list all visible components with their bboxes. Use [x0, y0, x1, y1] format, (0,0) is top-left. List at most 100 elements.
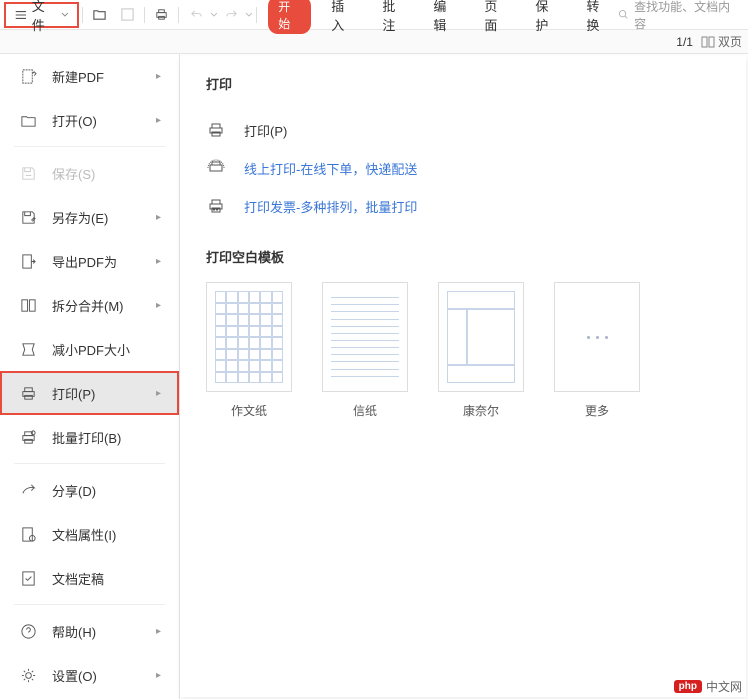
tab-convert[interactable]: 转换 [580, 0, 617, 37]
chevron-down-icon[interactable] [210, 11, 218, 19]
file-menu-sidebar: 新建PDF ▸ 打开(O) ▸ 保存(S) 另存为(E) ▸ 导出PDF为 ▸ … [0, 54, 180, 699]
template-letter-paper[interactable]: 信纸 [322, 282, 408, 419]
template-label: 康奈尔 [463, 402, 499, 419]
print-icon [18, 383, 38, 403]
menu-label: 导出PDF为 [52, 252, 117, 271]
menu-label: 批量打印(B) [52, 428, 121, 447]
chevron-right-icon: ▸ [156, 670, 161, 681]
menu-label: 新建PDF [52, 67, 104, 86]
share-icon [18, 480, 38, 500]
export-icon [18, 251, 38, 271]
hamburger-icon [14, 8, 28, 22]
menu-new-pdf[interactable]: 新建PDF ▸ [0, 54, 179, 98]
compress-icon [18, 339, 38, 359]
panel-invoice-print-option[interactable]: 打印发票-多种排列，批量打印 [206, 187, 720, 225]
menu-batch-print[interactable]: 批量打印(B) [0, 415, 179, 459]
menu-split-merge[interactable]: 拆分合并(M) ▸ [0, 283, 179, 327]
panel-print-option[interactable]: 打印(P) [206, 111, 720, 149]
properties-icon [18, 524, 38, 544]
chevron-down-icon [61, 11, 69, 19]
batch-print-icon [18, 427, 38, 447]
menu-label: 帮助(H) [52, 622, 96, 641]
chevron-right-icon: ▸ [156, 256, 161, 267]
template-cornell[interactable]: 康奈尔 [438, 282, 524, 419]
finalize-icon [18, 568, 38, 588]
chevron-right-icon: ▸ [156, 115, 161, 126]
file-menu-label: 文件 [32, 0, 57, 34]
menu-separator [14, 146, 165, 147]
print-icon[interactable] [150, 3, 174, 27]
online-print-icon [206, 158, 226, 178]
template-more[interactable]: 更多 [554, 282, 640, 419]
save-icon[interactable] [115, 3, 139, 27]
menu-help[interactable]: 帮助(H) ▸ [0, 609, 179, 653]
separator [82, 7, 83, 23]
template-thumbnail [438, 282, 524, 392]
search-icon [617, 8, 630, 21]
template-label: 作文纸 [231, 402, 267, 419]
menu-label: 文档定稿 [52, 569, 104, 588]
main-toolbar: 文件 开始 插入 批注 编辑 页面 保护 转换 查找功能、文档内容 [0, 0, 748, 30]
template-thumbnail [322, 282, 408, 392]
template-grid: 作文纸 信纸 康奈尔 更多 [206, 282, 720, 419]
open-folder-icon[interactable] [88, 3, 112, 27]
menu-label: 拆分合并(M) [52, 296, 124, 315]
separator [256, 7, 257, 23]
search-box[interactable]: 查找功能、文档内容 [617, 0, 740, 32]
tab-insert[interactable]: 插入 [325, 0, 362, 37]
menu-export-pdf[interactable]: 导出PDF为 ▸ [0, 239, 179, 283]
template-thumbnail [206, 282, 292, 392]
view-mode-label: 双页 [718, 33, 742, 50]
chevron-down-icon[interactable] [245, 11, 253, 19]
tab-page[interactable]: 页面 [478, 0, 515, 37]
template-composition-paper[interactable]: 作文纸 [206, 282, 292, 419]
menu-label: 文档属性(I) [52, 525, 116, 544]
menu-open[interactable]: 打开(O) ▸ [0, 98, 179, 142]
tab-annotate[interactable]: 批注 [376, 0, 413, 37]
invoice-print-icon [206, 196, 226, 216]
two-page-icon [701, 36, 715, 48]
menu-reduce-size[interactable]: 减小PDF大小 [0, 327, 179, 371]
gear-icon [18, 665, 38, 685]
chevron-right-icon: ▸ [156, 388, 161, 399]
menu-label: 减小PDF大小 [52, 340, 130, 359]
menu-label: 设置(O) [52, 666, 97, 685]
separator [144, 7, 145, 23]
panel-title-print: 打印 [206, 74, 720, 93]
panel-row-label: 打印(P) [244, 121, 287, 140]
save-icon [18, 163, 38, 183]
menu-settings[interactable]: 设置(O) ▸ [0, 653, 179, 697]
tab-edit[interactable]: 编辑 [427, 0, 464, 37]
menu-share[interactable]: 分享(D) [0, 468, 179, 512]
panel-title-templates: 打印空白模板 [206, 247, 720, 266]
menu-label: 分享(D) [52, 481, 96, 500]
watermark: php 中文网 [674, 678, 742, 695]
chevron-right-icon: ▸ [156, 300, 161, 311]
panel-online-print-option[interactable]: 线上打印-在线下单，快递配送 [206, 149, 720, 187]
panel-row-label: 线上打印-在线下单，快递配送 [244, 159, 417, 178]
watermark-text: 中文网 [706, 678, 742, 695]
template-label: 信纸 [353, 402, 377, 419]
tab-protect[interactable]: 保护 [529, 0, 566, 37]
menu-label: 保存(S) [52, 164, 95, 183]
tabs-bar: 开始 插入 批注 编辑 页面 保护 转换 [268, 0, 617, 37]
undo-icon[interactable] [184, 3, 208, 27]
split-merge-icon [18, 295, 38, 315]
menu-label: 打印(P) [52, 384, 95, 403]
print-submenu-panel: 打印 打印(P) 线上打印-在线下单，快递配送 打印发票-多种排列，批量打印 打… [180, 56, 746, 697]
view-mode-button[interactable]: 双页 [701, 33, 742, 50]
tab-start[interactable]: 开始 [268, 0, 311, 34]
menu-separator [14, 463, 165, 464]
menu-save-as[interactable]: 另存为(E) ▸ [0, 195, 179, 239]
page-indicator: 1/1 [676, 35, 693, 49]
menu-save: 保存(S) [0, 151, 179, 195]
menu-label: 打开(O) [52, 111, 97, 130]
redo-icon[interactable] [220, 3, 244, 27]
menu-print[interactable]: 打印(P) ▸ [0, 371, 179, 415]
menu-properties[interactable]: 文档属性(I) [0, 512, 179, 556]
watermark-badge: php [674, 680, 702, 693]
menu-finalize[interactable]: 文档定稿 [0, 556, 179, 600]
folder-icon [18, 110, 38, 130]
template-thumbnail [554, 282, 640, 392]
file-menu-button[interactable]: 文件 [4, 2, 79, 28]
